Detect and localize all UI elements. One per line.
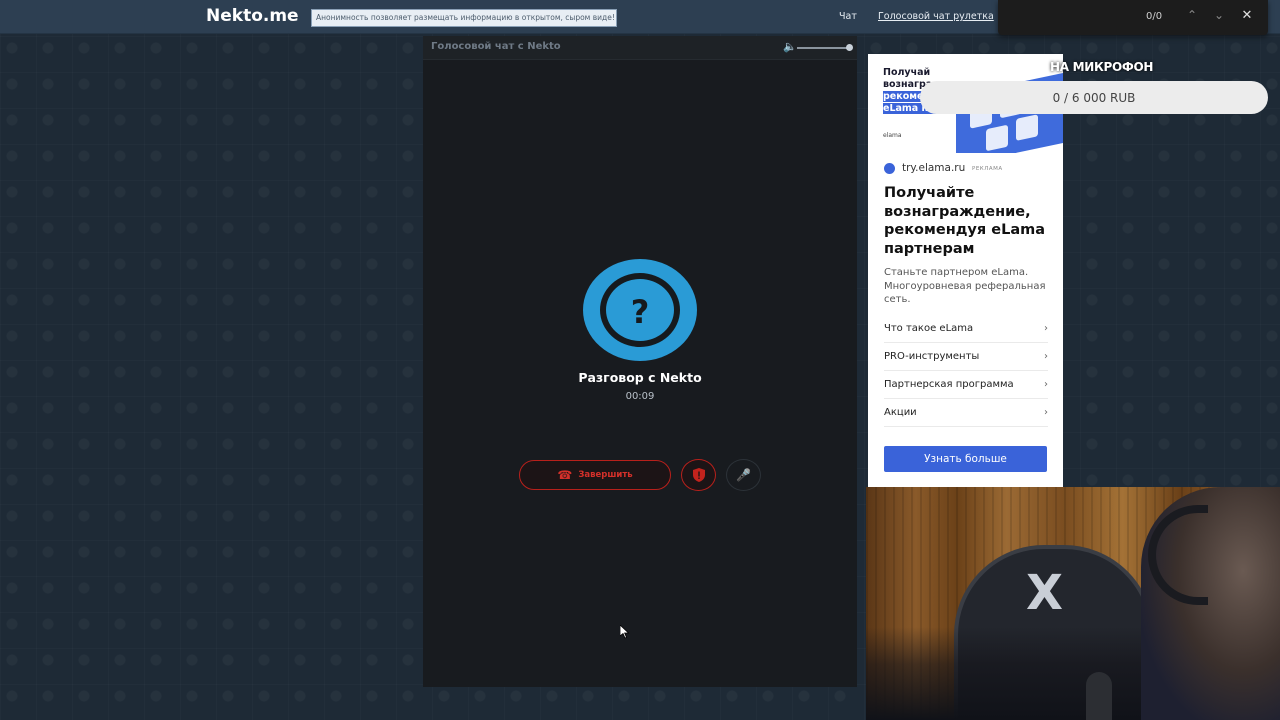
ad-link-partner-program[interactable]: Партнерская программа › bbox=[884, 371, 1048, 399]
volume-slider-handle[interactable] bbox=[846, 44, 853, 51]
shield-icon bbox=[692, 468, 705, 482]
ad-learn-more-button[interactable]: Узнать больше bbox=[884, 446, 1047, 472]
microphone-icon: 🎤 bbox=[736, 468, 751, 482]
find-next-icon[interactable]: ⌄ bbox=[1211, 8, 1227, 22]
donation-progress-bar: 0 / 6 000 RUB bbox=[920, 81, 1268, 114]
ad-headline[interactable]: Получайте вознаграждение, рекомендуя eLa… bbox=[884, 184, 1056, 258]
ad-link-label: PRO-инструменты bbox=[884, 351, 980, 362]
end-call-label: Завершить bbox=[578, 470, 633, 480]
ad-link-pro-tools[interactable]: PRO-инструменты › bbox=[884, 343, 1048, 371]
ad-link-label: Партнерская программа bbox=[884, 379, 1014, 390]
donation-goal-title: НА МИКРОФОН bbox=[1050, 60, 1154, 74]
ad-source-favicon-icon bbox=[884, 163, 895, 174]
ad-link-label: Что такое eLama bbox=[884, 323, 974, 334]
call-timer: 00:09 bbox=[625, 391, 655, 402]
call-title: Разговор с Nekto bbox=[578, 370, 702, 385]
hang-up-phone-icon: ☎ bbox=[557, 468, 573, 482]
report-shield-button[interactable] bbox=[681, 459, 716, 491]
ad-label: РЕКЛАМА bbox=[972, 166, 1003, 172]
mouse-cursor-icon bbox=[620, 625, 630, 639]
ad-link-label: Акции bbox=[884, 407, 917, 418]
end-call-button[interactable]: ☎ Завершить bbox=[519, 460, 671, 490]
ad-link-promotions[interactable]: Акции › bbox=[884, 399, 1048, 427]
chevron-right-icon: › bbox=[1044, 379, 1048, 390]
nav-link-voice-chat[interactable]: Голосовой чат рулетка bbox=[878, 11, 994, 22]
microphone-button[interactable]: 🎤 bbox=[726, 459, 761, 491]
donation-progress-text: 0 / 6 000 RUB bbox=[1052, 90, 1136, 105]
chat-header: Голосовой чат с Nekto 🔈 bbox=[423, 36, 857, 60]
ad-banner-logo: elama bbox=[883, 132, 902, 139]
find-bar: 0/0 ⌃ ⌄ ✕ bbox=[998, 0, 1268, 35]
nav-link-chat[interactable]: Чат bbox=[839, 11, 857, 22]
chevron-right-icon: › bbox=[1044, 407, 1048, 418]
chevron-right-icon: › bbox=[1044, 351, 1048, 362]
volume-slider-track[interactable] bbox=[797, 47, 849, 49]
chevron-right-icon: › bbox=[1044, 323, 1048, 334]
webcam-microphone bbox=[1086, 672, 1112, 720]
tagline-banner: Анонимность позволяет размещать информац… bbox=[311, 9, 617, 27]
webcam-feed: X bbox=[866, 487, 1280, 720]
ad-link-what-is-elama[interactable]: Что такое eLama › bbox=[884, 315, 1048, 343]
question-mark-icon: ? bbox=[630, 293, 650, 331]
ad-source-domain[interactable]: try.elama.ru bbox=[902, 162, 965, 174]
site-logo[interactable]: Nekto.me bbox=[206, 6, 299, 26]
find-close-icon[interactable]: ✕ bbox=[1239, 8, 1255, 23]
voice-chat-panel: Голосовой чат с Nekto 🔈 ? Разговор с Nek… bbox=[423, 36, 857, 687]
chair-logo: X bbox=[1026, 565, 1064, 621]
advertisement-card[interactable]: Получай вознаграждение, рекомендуя eLama… bbox=[868, 54, 1063, 487]
find-match-count: 0/0 bbox=[1146, 11, 1163, 22]
find-previous-icon[interactable]: ⌃ bbox=[1184, 8, 1200, 22]
avatar-ring: ? bbox=[600, 273, 680, 347]
partner-avatar: ? bbox=[583, 259, 697, 361]
ad-body-text: Станьте партнером eLama. Многоуровневая … bbox=[884, 267, 1046, 305]
ad-links-list: Что такое eLama › PRO-инструменты › Парт… bbox=[884, 315, 1048, 427]
volume-icon[interactable]: 🔈 bbox=[783, 40, 797, 53]
chat-header-title: Голосовой чат с Nekto bbox=[431, 41, 561, 52]
